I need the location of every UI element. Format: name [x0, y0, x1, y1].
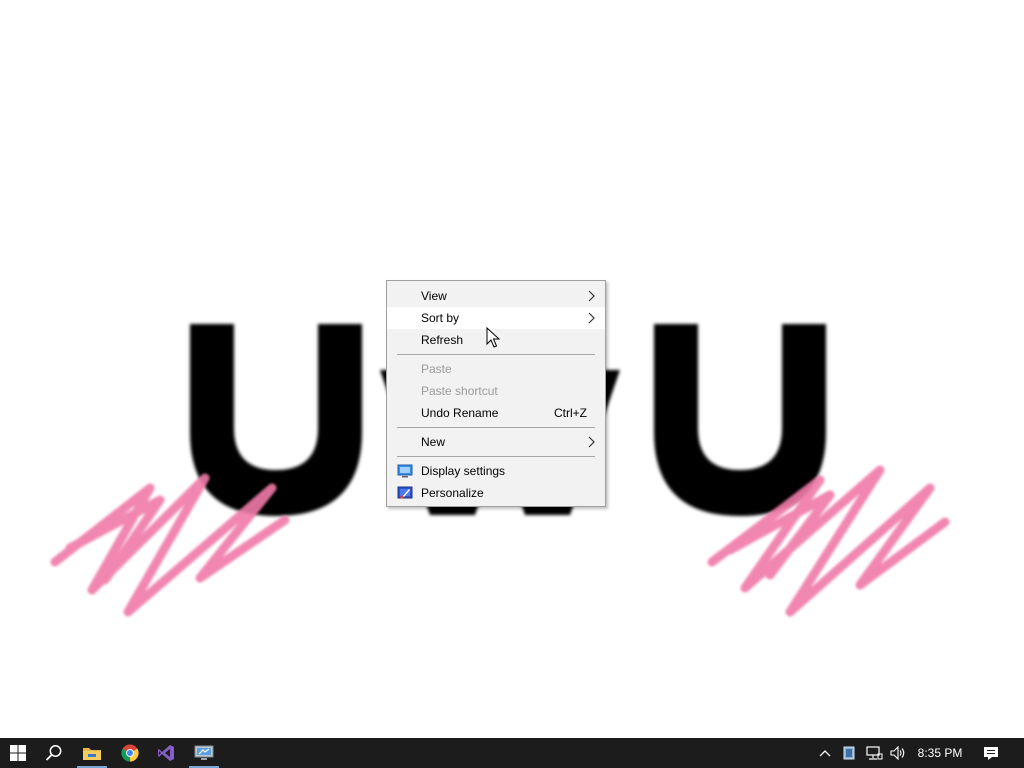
menu-item-personalize[interactable]: Personalize: [387, 482, 605, 504]
menu-separator: [387, 453, 605, 460]
taskbar-remote-desktop[interactable]: [186, 738, 222, 768]
tablet-mode-tray-button[interactable]: [838, 738, 860, 768]
folder-icon: [83, 748, 101, 760]
tablet-icon: [843, 746, 855, 760]
taskbar-chrome[interactable]: [112, 738, 148, 768]
menu-item-view[interactable]: View: [387, 285, 605, 307]
taskbar-clock[interactable]: 8:35 PM: [912, 738, 968, 768]
menu-item-label: Sort by: [421, 311, 460, 325]
menu-item-label: Paste: [421, 362, 452, 376]
menu-item-display-settings[interactable]: Display settings: [387, 460, 605, 482]
personalize-icon: [397, 486, 413, 499]
menu-item-new[interactable]: New: [387, 431, 605, 453]
menu-item-label: View: [421, 289, 447, 303]
taskbar: 8:35 PM: [0, 738, 1024, 768]
taskbar-visual-studio[interactable]: [148, 738, 184, 768]
chevron-right-icon: [588, 290, 595, 302]
chevron-up-icon: [819, 750, 831, 757]
menu-item-paste[interactable]: Paste: [387, 358, 605, 380]
desktop-context-menu: View Sort by Refresh Paste Paste shortcu…: [386, 280, 606, 507]
search-button[interactable]: [36, 738, 72, 768]
action-center-button[interactable]: [978, 738, 1004, 768]
menu-item-label: Undo Rename: [421, 406, 499, 420]
menu-item-label: Display settings: [421, 464, 506, 478]
menu-item-label: Personalize: [421, 486, 484, 500]
menu-item-shortcut: Ctrl+Z: [554, 406, 587, 420]
menu-item-paste-shortcut[interactable]: Paste shortcut: [387, 380, 605, 402]
desktop[interactable]: View Sort by Refresh Paste Paste shortcu…: [0, 0, 1024, 738]
search-icon: [45, 745, 62, 761]
menu-item-sort-by[interactable]: Sort by: [387, 307, 605, 329]
network-tray-button[interactable]: [862, 738, 886, 768]
show-hidden-icons-button[interactable]: [814, 738, 836, 768]
display-settings-icon: [397, 464, 413, 478]
chrome-icon: [121, 744, 139, 762]
volume-icon: [890, 746, 905, 760]
menu-item-undo-rename[interactable]: Undo Rename Ctrl+Z: [387, 402, 605, 424]
mouse-cursor-icon: [486, 327, 500, 348]
menu-item-label: Paste shortcut: [421, 384, 498, 398]
taskbar-file-explorer[interactable]: [74, 738, 110, 768]
menu-separator: [387, 351, 605, 358]
start-button[interactable]: [0, 738, 36, 768]
chevron-right-icon: [588, 312, 595, 324]
network-icon: [866, 746, 883, 760]
visual-studio-icon: [158, 745, 174, 761]
menu-separator: [387, 424, 605, 431]
windows-logo-icon: [10, 745, 26, 761]
menu-item-label: New: [421, 435, 446, 449]
volume-tray-button[interactable]: [886, 738, 910, 768]
menu-item-label: Refresh: [421, 333, 464, 347]
action-center-icon: [984, 746, 998, 760]
chevron-right-icon: [588, 436, 595, 448]
remote-desktop-icon: [194, 745, 214, 760]
